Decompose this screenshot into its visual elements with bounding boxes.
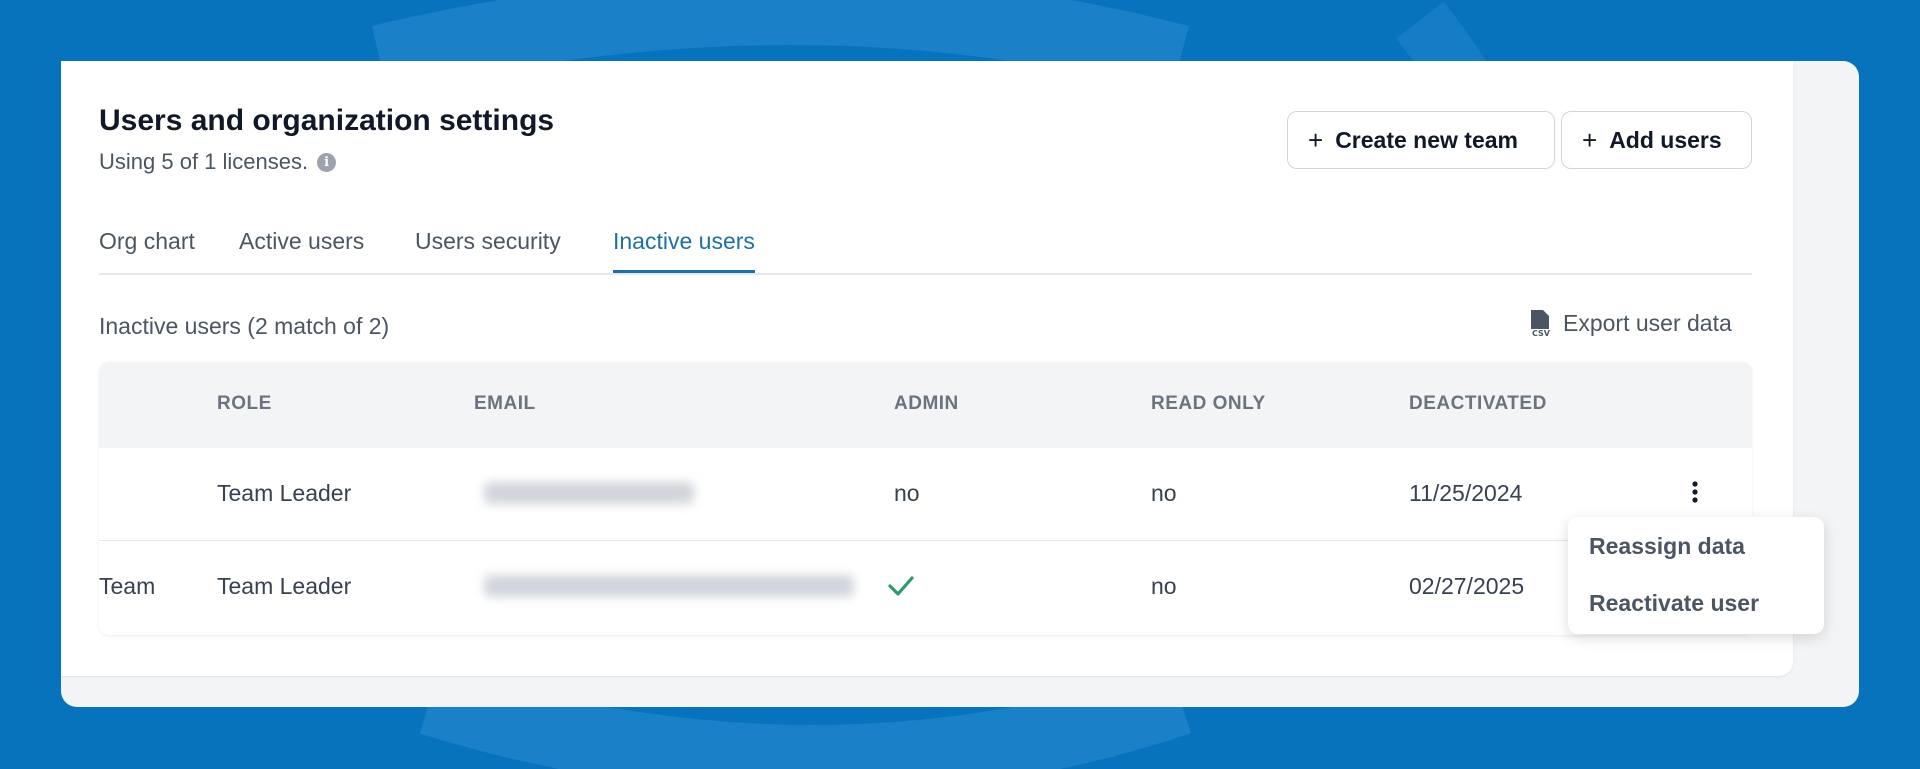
tab-org-chart[interactable]: Org chart (99, 223, 195, 273)
settings-panel: Users and organization settings Using 5 … (61, 61, 1793, 676)
cell-read-only: no (1151, 573, 1177, 599)
table-header: ROLE EMAIL ADMIN READ ONLY DEACTIVATED (99, 362, 1752, 448)
plus-icon: + (1582, 124, 1598, 155)
tab-bar: Org chart Active users Users security In… (99, 223, 1752, 275)
cell-team: Team (99, 573, 156, 599)
create-new-team-label: Create new team (1335, 126, 1518, 153)
cell-email-blurred (484, 575, 854, 597)
column-header-read-only[interactable]: READ ONLY (1151, 393, 1266, 415)
info-icon[interactable]: i (317, 152, 337, 172)
table-row: Team Leader no no 11/25/2024 (99, 448, 1752, 541)
export-user-data-link[interactable]: CSV Export user data (1529, 309, 1732, 337)
result-count: Inactive users (2 match of 2) (99, 313, 390, 339)
cell-role: Team Leader (217, 480, 352, 506)
plus-icon: + (1308, 124, 1324, 155)
cell-deactivated: 11/25/2024 (1409, 480, 1523, 506)
check-icon (888, 576, 914, 596)
column-header-admin[interactable]: ADMIN (894, 393, 959, 415)
create-new-team-button[interactable]: + Create new team (1287, 111, 1555, 169)
column-header-email[interactable]: EMAIL (474, 393, 536, 415)
row-actions-menu: Reassign data Reactivate user (1568, 517, 1824, 634)
license-usage-text: Using 5 of 1 licenses. (99, 149, 309, 174)
add-users-button[interactable]: + Add users (1561, 111, 1752, 169)
cell-admin: no (894, 480, 920, 506)
tab-active-users[interactable]: Active users (239, 223, 364, 273)
cell-role: Team Leader (217, 573, 352, 599)
tab-inactive-users[interactable]: Inactive users (613, 223, 755, 273)
menu-item-reassign-data[interactable]: Reassign data (1589, 533, 1745, 560)
cell-deactivated: 02/27/2025 (1409, 573, 1525, 599)
tab-users-security[interactable]: Users security (415, 223, 561, 273)
column-header-role[interactable]: ROLE (217, 393, 272, 415)
csv-file-icon: CSV (1531, 310, 1551, 337)
menu-item-reactivate-user[interactable]: Reactivate user (1589, 590, 1759, 617)
add-users-label: Add users (1609, 126, 1722, 153)
page-title: Users and organization settings (99, 104, 555, 137)
svg-text:CSV: CSV (1532, 329, 1551, 337)
table-row: Team Team Leader no 02/27/2025 (99, 541, 1752, 633)
cell-read-only: no (1151, 480, 1177, 506)
license-usage: Using 5 of 1 licenses. i (99, 149, 337, 175)
inactive-users-table: ROLE EMAIL ADMIN READ ONLY DEACTIVATED T… (99, 362, 1752, 635)
more-options-icon[interactable] (1690, 480, 1700, 506)
column-header-deactivated[interactable]: DEACTIVATED (1409, 393, 1547, 415)
cell-email-blurred (484, 482, 694, 504)
export-label: Export user data (1563, 309, 1732, 336)
